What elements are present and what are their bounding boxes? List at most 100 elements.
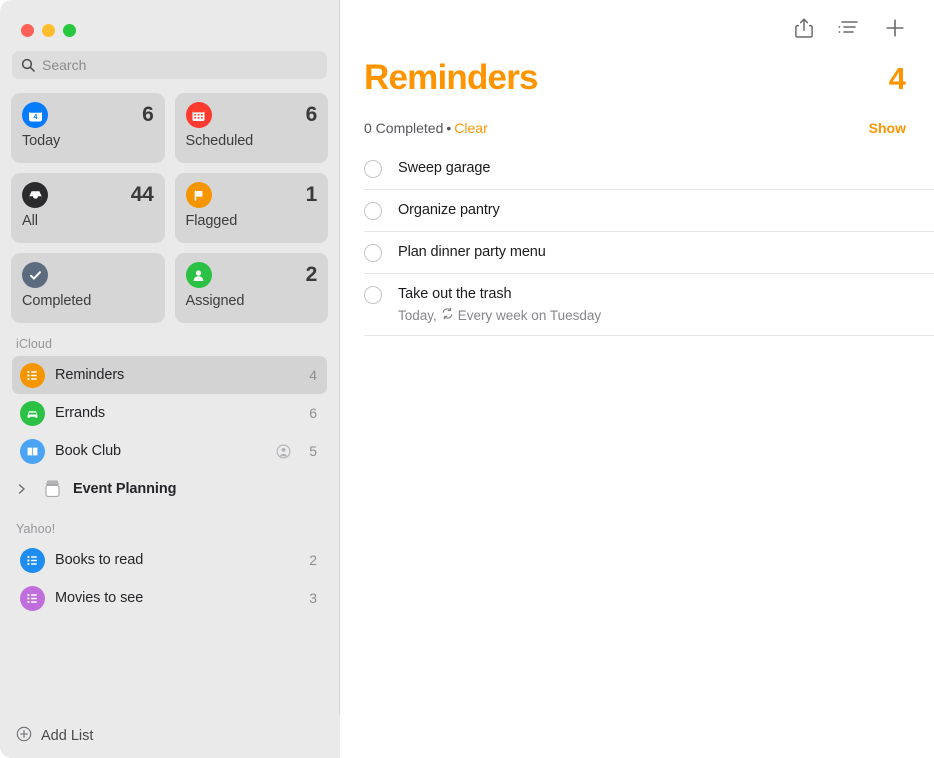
sidebar-group-label: Event Planning bbox=[73, 481, 176, 497]
show-button[interactable]: Show bbox=[869, 120, 906, 136]
tile-top: 6 bbox=[186, 102, 318, 128]
tile-top: 1 bbox=[186, 182, 318, 208]
reminder-checkbox[interactable] bbox=[364, 202, 382, 220]
tile-top: 4 6 bbox=[22, 102, 154, 128]
clear-button[interactable]: Clear bbox=[454, 120, 487, 136]
minimize-button[interactable] bbox=[42, 24, 55, 37]
tile-count: 6 bbox=[306, 103, 317, 127]
window-controls bbox=[0, 0, 339, 37]
sidebar: 4 6 Today bbox=[0, 0, 340, 758]
reminder-row[interactable]: Organize pantry bbox=[364, 190, 934, 232]
reminder-checkbox[interactable] bbox=[364, 244, 382, 262]
list-bullet-icon bbox=[20, 363, 45, 388]
reminder-row[interactable]: Plan dinner party menu bbox=[364, 232, 934, 274]
sidebar-item-label: Movies to see bbox=[55, 590, 299, 606]
plus-circle-icon bbox=[16, 726, 32, 747]
smart-list-completed[interactable]: Completed bbox=[11, 253, 165, 323]
plus-icon[interactable] bbox=[884, 17, 906, 39]
reminder-subtitle: Today, Every week on Tuesday bbox=[398, 307, 934, 324]
reminder-title: Sweep garage bbox=[398, 160, 490, 176]
reminder-body: Organize pantry bbox=[398, 201, 934, 220]
sidebar-item-label: Reminders bbox=[55, 367, 299, 383]
search-box[interactable] bbox=[12, 51, 327, 79]
smart-list-all[interactable]: 44 All bbox=[11, 173, 165, 243]
sidebar-item-label: Books to read bbox=[55, 552, 299, 568]
account-header-icloud: iCloud bbox=[0, 323, 339, 356]
smart-lists-grid: 4 6 Today bbox=[0, 79, 339, 323]
sidebar-item-errands[interactable]: Errands 6 bbox=[12, 394, 327, 432]
reminder-body: Take out the trash Today, Every week on … bbox=[398, 285, 934, 324]
sidebar-item-label: Errands bbox=[55, 405, 299, 421]
tile-label: Completed bbox=[22, 293, 154, 309]
sidebar-item-book-club[interactable]: Book Club 5 bbox=[12, 432, 327, 470]
share-icon[interactable] bbox=[794, 17, 814, 39]
sidebar-item-count: 3 bbox=[309, 590, 317, 606]
flag-icon bbox=[186, 182, 212, 208]
reminder-row[interactable]: Sweep garage bbox=[364, 148, 934, 190]
tile-top: 2 bbox=[186, 262, 318, 288]
toolbar bbox=[340, 0, 934, 48]
reminder-title: Organize pantry bbox=[398, 202, 500, 218]
person-icon bbox=[186, 262, 212, 288]
add-list-button[interactable]: Add List bbox=[0, 714, 340, 758]
checkmark-icon bbox=[22, 262, 48, 288]
sidebar-group-event-planning[interactable]: Event Planning bbox=[12, 470, 327, 508]
reminder-checkbox[interactable] bbox=[364, 160, 382, 178]
tile-label: Scheduled bbox=[186, 133, 318, 149]
tile-label: All bbox=[22, 213, 154, 229]
sidebar-item-count: 5 bbox=[309, 443, 317, 459]
page-count: 4 bbox=[889, 61, 906, 97]
sidebar-item-movies-to-see[interactable]: Movies to see 3 bbox=[12, 579, 327, 617]
reminders-window: 4 6 Today bbox=[0, 0, 934, 758]
reminder-checkbox[interactable] bbox=[364, 286, 382, 304]
page-title: Reminders bbox=[364, 58, 538, 98]
folder-stack-icon bbox=[40, 477, 65, 502]
search-icon bbox=[21, 58, 35, 72]
reminder-title: Take out the trash bbox=[398, 285, 934, 304]
car-icon bbox=[20, 401, 45, 426]
search-container bbox=[0, 37, 339, 79]
smart-list-today[interactable]: 4 6 Today bbox=[11, 93, 165, 163]
repeat-icon bbox=[441, 307, 454, 324]
tile-label: Assigned bbox=[186, 293, 318, 309]
add-list-label: Add List bbox=[41, 728, 93, 744]
tile-label: Flagged bbox=[186, 213, 318, 229]
tile-label: Today bbox=[22, 133, 154, 149]
completed-count-label: 0 Completed bbox=[364, 120, 443, 136]
sidebar-item-count: 2 bbox=[309, 552, 317, 568]
search-input[interactable] bbox=[42, 57, 318, 73]
smart-list-scheduled[interactable]: 6 Scheduled bbox=[175, 93, 329, 163]
main-content: Reminders 4 0 Completed•Clear Show Sweep… bbox=[340, 0, 934, 758]
sidebar-item-count: 6 bbox=[309, 405, 317, 421]
sidebar-item-books-to-read[interactable]: Books to read 2 bbox=[12, 541, 327, 579]
sidebar-item-label: Book Club bbox=[55, 443, 266, 459]
tile-count: 6 bbox=[142, 103, 153, 127]
chevron-right-icon[interactable] bbox=[12, 483, 32, 495]
tile-count: 44 bbox=[131, 183, 154, 207]
reminder-row[interactable]: Take out the trash Today, Every week on … bbox=[364, 274, 934, 336]
inbox-tray-icon bbox=[22, 182, 48, 208]
smart-list-assigned[interactable]: 2 Assigned bbox=[175, 253, 329, 323]
smart-list-flagged[interactable]: 1 Flagged bbox=[175, 173, 329, 243]
reminder-title: Plan dinner party menu bbox=[398, 244, 546, 260]
book-icon bbox=[20, 439, 45, 464]
completed-bar: 0 Completed•Clear Show bbox=[340, 98, 934, 136]
reminder-body: Sweep garage bbox=[398, 159, 934, 178]
list-bullet-icon bbox=[20, 548, 45, 573]
zoom-button[interactable] bbox=[63, 24, 76, 37]
list-view-icon[interactable] bbox=[838, 19, 860, 37]
sidebar-item-reminders[interactable]: Reminders 4 bbox=[12, 356, 327, 394]
reminders-list: Sweep garage Organize pantry Plan dinner… bbox=[340, 148, 934, 336]
shared-list-icon bbox=[276, 444, 291, 459]
completed-status: 0 Completed•Clear bbox=[364, 120, 488, 136]
svg-text:4: 4 bbox=[33, 114, 37, 121]
tile-count: 2 bbox=[306, 263, 317, 287]
page-header: Reminders 4 bbox=[340, 48, 934, 98]
calendar-icon: 4 bbox=[22, 102, 48, 128]
separator-dot: • bbox=[446, 120, 451, 136]
calendar-grid-icon bbox=[186, 102, 212, 128]
tile-top bbox=[22, 262, 154, 288]
close-button[interactable] bbox=[21, 24, 34, 37]
reminder-recurrence: Every week on Tuesday bbox=[458, 307, 601, 324]
list-bullet-icon bbox=[20, 586, 45, 611]
